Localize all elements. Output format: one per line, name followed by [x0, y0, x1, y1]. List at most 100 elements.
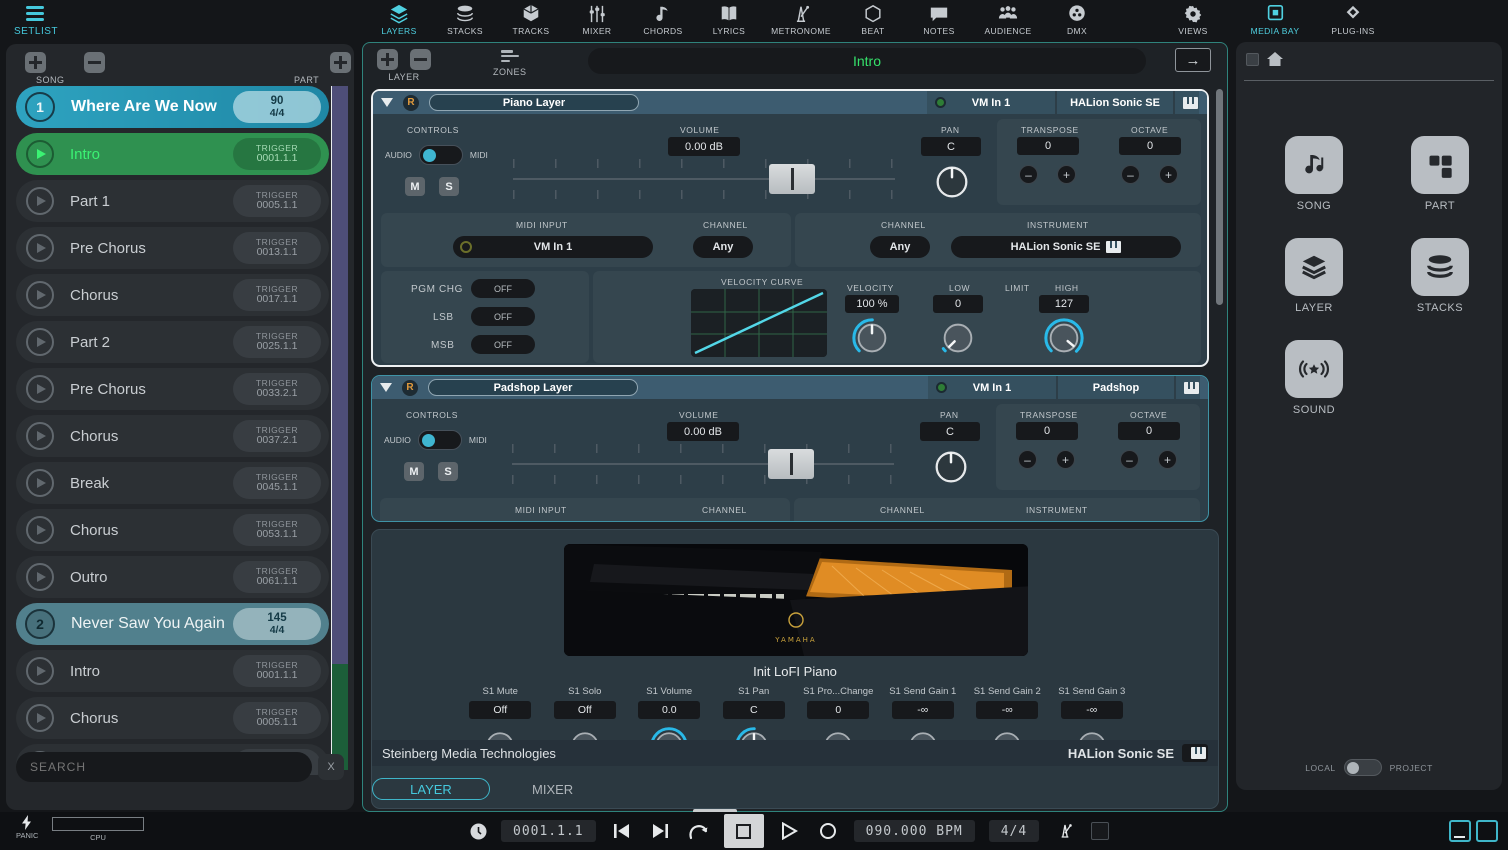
play-part-icon[interactable]	[26, 187, 54, 215]
setlist-part-row[interactable]: Intro TRIGGER 0001.1.1	[16, 650, 329, 692]
low-knob[interactable]	[937, 317, 979, 359]
layer-instrument-select[interactable]: HALion Sonic SE	[1055, 91, 1173, 114]
octave-plus-button[interactable]: +	[1159, 165, 1178, 184]
solo-button[interactable]: S	[439, 177, 459, 196]
layer-input-select[interactable]: VM In 1	[928, 376, 1056, 399]
play-part-icon[interactable]	[26, 422, 54, 450]
media-filter-checkbox[interactable]	[1246, 52, 1259, 66]
current-part-display[interactable]: Intro	[588, 48, 1146, 74]
open-plugin-button[interactable]	[1182, 744, 1208, 762]
transpose-minus-button[interactable]: –	[1018, 450, 1037, 469]
setlist-part-row[interactable]: Pre Chorus TRIGGER 0013.1.1	[16, 227, 329, 269]
velocity-curve-graph[interactable]	[691, 289, 827, 357]
play-part-icon[interactable]	[26, 281, 54, 309]
audio-midi-toggle[interactable]: AUDIO MIDI	[385, 145, 488, 165]
volume-slider[interactable]	[513, 159, 895, 199]
high-knob[interactable]	[1043, 317, 1085, 359]
octave-minus-button[interactable]: –	[1121, 165, 1140, 184]
trigger-badge[interactable]: TRIGGER 0013.1.1	[233, 232, 321, 264]
trigger-badge[interactable]: TRIGGER 0025.1.1	[233, 326, 321, 358]
layer-name[interactable]: Padshop Layer	[428, 379, 638, 396]
high-value[interactable]: 127	[1039, 295, 1089, 313]
layers-scrollbar[interactable]	[1216, 89, 1223, 305]
octave-value[interactable]: 0	[1119, 137, 1181, 155]
tab-stacks[interactable]: STACKS	[432, 0, 498, 36]
trigger-badge[interactable]: TRIGGER 0001.1.1	[233, 138, 321, 170]
home-icon[interactable]	[1267, 52, 1283, 66]
octave-plus-button[interactable]: +	[1158, 450, 1177, 469]
volume-value[interactable]: 0.00 dB	[667, 422, 739, 441]
window-layout-button-2[interactable]	[1476, 820, 1498, 842]
audio-midi-toggle[interactable]: AUDIO MIDI	[384, 430, 487, 450]
velocity-knob[interactable]	[851, 317, 893, 359]
play-part-icon[interactable]	[26, 375, 54, 403]
midi-input-select[interactable]: VM In 1	[453, 236, 653, 258]
collapse-triangle-icon[interactable]	[380, 383, 392, 392]
layer-header[interactable]: R Piano Layer VM In 1 HALion Sonic SE	[373, 91, 1207, 114]
trigger-badge[interactable]: TRIGGER 0053.1.1	[233, 514, 321, 546]
param-value[interactable]: 0	[807, 701, 870, 719]
media-item-layer[interactable]: LAYER	[1262, 238, 1366, 314]
play-part-icon[interactable]	[26, 516, 54, 544]
plugin-name[interactable]: HALion Sonic SE	[1068, 744, 1208, 762]
transpose-plus-button[interactable]: +	[1057, 165, 1076, 184]
play-part-icon[interactable]	[26, 657, 54, 685]
play-part-icon[interactable]	[26, 234, 54, 262]
param-value[interactable]: -∞	[1060, 701, 1123, 719]
trigger-badge[interactable]: TRIGGER 0005.1.1	[233, 702, 321, 734]
tempo-badge[interactable]: 145 4/4	[233, 608, 321, 640]
cycle-button[interactable]	[686, 819, 710, 843]
pgm-chg-toggle[interactable]: OFF	[471, 279, 535, 298]
trigger-badge[interactable]: TRIGGER 0005.1.1	[233, 185, 321, 217]
tab-beat[interactable]: BEAT	[840, 0, 906, 36]
transpose-value[interactable]: 0	[1017, 137, 1079, 155]
play-part-icon[interactable]	[26, 563, 54, 591]
play-part-icon[interactable]	[26, 140, 54, 168]
open-instrument-button[interactable]	[1174, 376, 1200, 399]
transpose-plus-button[interactable]: +	[1056, 450, 1075, 469]
go-to-end-button[interactable]	[648, 819, 672, 843]
trigger-badge[interactable]: TRIGGER 0037.2.1	[233, 420, 321, 452]
play-part-icon[interactable]	[26, 328, 54, 356]
setlist-song-row[interactable]: 1 Where Are We Now 90 4/4	[16, 86, 329, 128]
param-value[interactable]: Off	[469, 701, 532, 719]
local-project-toggle[interactable]: LOCAL PROJECT	[1236, 759, 1502, 776]
tab-lyrics[interactable]: LYRICS	[696, 0, 762, 36]
media-item-sound[interactable]: SOUND	[1262, 340, 1366, 416]
add-layer-button[interactable]	[377, 49, 398, 70]
pan-knob[interactable]	[930, 446, 972, 488]
tempo-badge[interactable]: 90 4/4	[233, 91, 321, 123]
layer-name[interactable]: Piano Layer	[429, 94, 639, 111]
tab-dmx[interactable]: DMX	[1044, 0, 1110, 36]
octave-minus-button[interactable]: –	[1120, 450, 1139, 469]
tab-layer[interactable]: LAYER	[372, 778, 490, 800]
record-arm-button[interactable]: R	[402, 379, 418, 396]
remove-layer-button[interactable]	[410, 49, 431, 70]
media-item-song[interactable]: SONG	[1262, 136, 1366, 212]
pan-value[interactable]: C	[920, 422, 980, 441]
instrument-select[interactable]: HALion Sonic SE	[951, 236, 1181, 258]
volume-slider-handle[interactable]	[769, 164, 815, 194]
msb-toggle[interactable]: OFF	[471, 335, 535, 354]
play-button[interactable]	[778, 819, 802, 843]
collapse-triangle-icon[interactable]	[381, 98, 393, 107]
tab-tracks[interactable]: TRACKS	[498, 0, 564, 36]
setlist-part-row[interactable]: Outro TRIGGER 0061.1.1	[16, 556, 329, 598]
play-part-icon[interactable]	[26, 704, 54, 732]
stop-button[interactable]	[723, 814, 764, 848]
play-part-icon[interactable]	[26, 469, 54, 497]
media-item-stacks[interactable]: STACKS	[1388, 238, 1492, 314]
tab-metronome[interactable]: METRONOME	[762, 0, 840, 36]
param-value[interactable]: 0.0	[638, 701, 701, 719]
tab-chords[interactable]: CHORDS	[630, 0, 696, 36]
panic-button[interactable]: PANIC	[16, 815, 38, 840]
tab-notes[interactable]: NOTES	[906, 0, 972, 36]
transpose-minus-button[interactable]: –	[1019, 165, 1038, 184]
setlist-part-row[interactable]: Part 2 TRIGGER 0025.1.1	[16, 321, 329, 363]
record-arm-button[interactable]: R	[403, 94, 419, 111]
tab-media-bay[interactable]: MEDIA BAY	[1236, 0, 1314, 40]
position-display[interactable]: 0001.1.1	[501, 820, 596, 842]
param-value[interactable]: -∞	[976, 701, 1039, 719]
tab-views[interactable]: VIEWS	[1160, 0, 1226, 36]
setlist-part-row[interactable]: Chorus TRIGGER 0037.2.1	[16, 415, 329, 457]
